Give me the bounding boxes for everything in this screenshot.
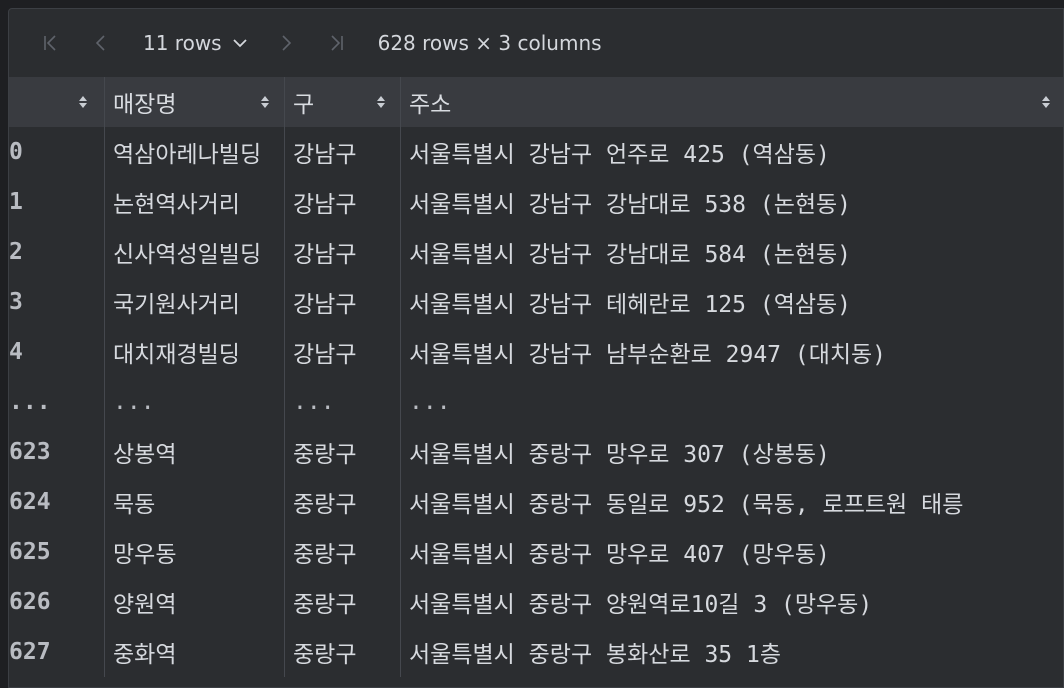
next-page-icon[interactable] bbox=[274, 31, 298, 55]
column-header-label: 매장명 bbox=[113, 92, 177, 118]
district-cell: 중랑구 bbox=[285, 427, 401, 477]
dataframe-viewer: 11 rows 628 rows × 3 columns 매장명 구 주소 0 … bbox=[8, 8, 1064, 688]
table-body: 0 역삼아레나빌딩 강남구 서울특별시 강남구 언주로 425 (역삼동) 1 논현역사거… bbox=[9, 127, 1063, 677]
sort-icon[interactable] bbox=[78, 94, 88, 110]
address-cell: 서울특별시 강남구 남부순환로 2947 (대치동) bbox=[409, 342, 887, 368]
district-cell: 강남구 bbox=[285, 327, 401, 377]
store-name-cell: 신사역성일빌딩 bbox=[105, 227, 285, 277]
table-row: 624 묵동 중랑구 서울특별시 중랑구 동일로 952 (묵동, 로프트원 태릉 bbox=[9, 477, 1063, 527]
first-page-icon[interactable] bbox=[39, 31, 63, 55]
address-cell: 서울특별시 중랑구 망우로 407 (망우동) bbox=[409, 542, 830, 568]
table-row: 0 역삼아레나빌딩 강남구 서울특별시 강남구 언주로 425 (역삼동) bbox=[9, 127, 1063, 177]
sort-icon[interactable] bbox=[260, 94, 270, 110]
district-cell: 강남구 bbox=[285, 277, 401, 327]
table-row: 2 신사역성일빌딩 강남구 서울특별시 강남구 강남대로 584 (논현동) bbox=[9, 227, 1063, 277]
table-row: 1 논현역사거리 강남구 서울특별시 강남구 강남대로 538 (논현동) bbox=[9, 177, 1063, 227]
prev-page-icon[interactable] bbox=[89, 31, 113, 55]
address-cell: 서울특별시 강남구 테헤란로 125 (역삼동) bbox=[409, 292, 852, 318]
rows-per-page-select[interactable]: 11 rows bbox=[143, 31, 248, 55]
district-cell: 중랑구 bbox=[285, 577, 401, 627]
district-cell: 강남구 bbox=[285, 127, 401, 177]
ellipsis-row: ............ bbox=[9, 377, 1063, 427]
table-header: 매장명 구 주소 bbox=[9, 77, 1063, 127]
district-cell: ... bbox=[285, 377, 401, 427]
address-cell: 서울특별시 강남구 강남대로 584 (논현동) bbox=[409, 242, 852, 268]
column-header-label: 주소 bbox=[409, 92, 452, 118]
column-header-address[interactable]: 주소 bbox=[401, 77, 1063, 127]
district-cell: 중랑구 bbox=[285, 477, 401, 527]
table-row: 625 망우동 중랑구 서울특별시 중랑구 망우로 407 (망우동) bbox=[9, 527, 1063, 577]
row-index-cell: 625 bbox=[9, 527, 105, 577]
table-row: 3 국기원사거리 강남구 서울특별시 강남구 테헤란로 125 (역삼동) bbox=[9, 277, 1063, 327]
chevron-down-icon bbox=[232, 39, 247, 48]
district-cell: 중랑구 bbox=[285, 527, 401, 577]
index-column-header[interactable] bbox=[9, 77, 105, 127]
store-name-cell: ... bbox=[105, 377, 285, 427]
address-cell: 서울특별시 중랑구 봉화산로 35 1층 bbox=[409, 642, 782, 668]
store-name-cell: 논현역사거리 bbox=[105, 177, 285, 227]
row-index-cell: ... bbox=[9, 377, 105, 427]
column-header-label: 구 bbox=[293, 92, 315, 118]
shape-label: 628 rows × 3 columns bbox=[377, 31, 602, 55]
address-cell: 서울특별시 중랑구 양원역로10길 3 (망우동) bbox=[409, 592, 873, 618]
row-index-cell: 1 bbox=[9, 177, 105, 227]
store-name-cell: 역삼아레나빌딩 bbox=[105, 127, 285, 177]
district-cell: 강남구 bbox=[285, 177, 401, 227]
store-name-cell: 대치재경빌딩 bbox=[105, 327, 285, 377]
row-index-cell: 626 bbox=[9, 577, 105, 627]
row-index-cell: 624 bbox=[9, 477, 105, 527]
rows-per-page-label: 11 rows bbox=[143, 31, 222, 55]
address-cell: 서울특별시 강남구 강남대로 538 (논현동) bbox=[409, 192, 852, 218]
row-index-cell: 0 bbox=[9, 127, 105, 177]
address-cell: 서울특별시 중랑구 망우로 307 (상봉동) bbox=[409, 442, 830, 468]
row-index-cell: 2 bbox=[9, 227, 105, 277]
pagination-toolbar: 11 rows 628 rows × 3 columns bbox=[9, 9, 1063, 77]
row-index-cell: 3 bbox=[9, 277, 105, 327]
district-cell: 강남구 bbox=[285, 227, 401, 277]
table-row: 627 중화역 중랑구 서울특별시 중랑구 봉화산로 35 1층 bbox=[9, 627, 1063, 677]
table-row: 623 상봉역 중랑구 서울특별시 중랑구 망우로 307 (상봉동) bbox=[9, 427, 1063, 477]
address-cell: 서울특별시 중랑구 동일로 952 (묵동, 로프트원 태릉 bbox=[409, 492, 964, 518]
table-row: 626 양원역 중랑구 서울특별시 중랑구 양원역로10길 3 (망우동) bbox=[9, 577, 1063, 627]
last-page-icon[interactable] bbox=[324, 31, 348, 55]
column-header-store-name[interactable]: 매장명 bbox=[105, 77, 285, 127]
sort-icon[interactable] bbox=[1041, 94, 1051, 110]
row-index-cell: 627 bbox=[9, 627, 105, 677]
data-table: 매장명 구 주소 0 역삼아레나빌딩 강남구 서울특별시 강남구 언주로 425 (역… bbox=[9, 77, 1063, 677]
store-name-cell: 묵동 bbox=[105, 477, 285, 527]
district-cell: 중랑구 bbox=[285, 627, 401, 677]
store-name-cell: 상봉역 bbox=[105, 427, 285, 477]
row-index-cell: 623 bbox=[9, 427, 105, 477]
column-header-district[interactable]: 구 bbox=[285, 77, 401, 127]
store-name-cell: 망우동 bbox=[105, 527, 285, 577]
table-row: 4 대치재경빌딩 강남구 서울특별시 강남구 남부순환로 2947 (대치동) bbox=[9, 327, 1063, 377]
store-name-cell: 국기원사거리 bbox=[105, 277, 285, 327]
store-name-cell: 중화역 bbox=[105, 627, 285, 677]
address-cell: 서울특별시 강남구 언주로 425 (역삼동) bbox=[409, 142, 830, 168]
address-cell: ... bbox=[409, 389, 451, 415]
store-name-cell: 양원역 bbox=[105, 577, 285, 627]
row-index-cell: 4 bbox=[9, 327, 105, 377]
sort-icon[interactable] bbox=[376, 94, 386, 110]
